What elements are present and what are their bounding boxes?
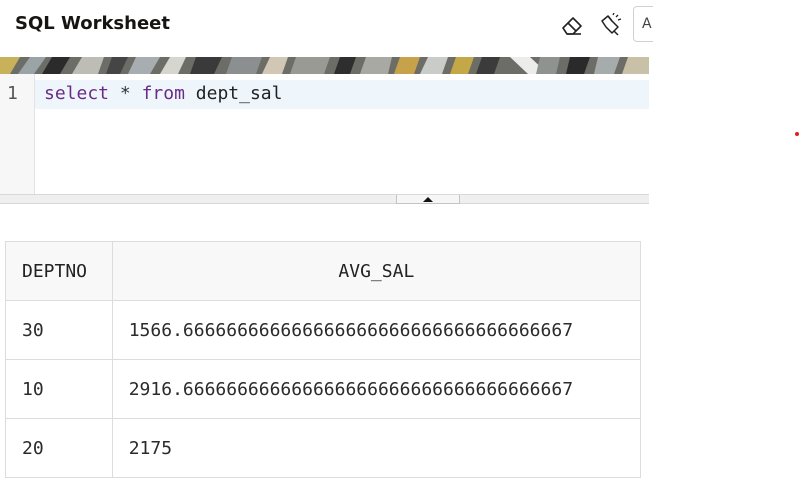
page-title: SQL Worksheet xyxy=(15,13,170,34)
results-table: DEPTNO AVG_SAL 30 1566.66666666666666666… xyxy=(5,241,642,478)
page: SQL Worksheet A 1 select * from dept_sal… xyxy=(0,0,800,485)
clear-button[interactable] xyxy=(559,12,585,38)
decorative-banner xyxy=(0,57,649,74)
eraser-icon xyxy=(562,17,582,35)
line-number: 1 xyxy=(7,83,18,104)
table-row: 10 2916.66666666666666666666666666666666… xyxy=(5,359,642,419)
editor-results-splitter[interactable] xyxy=(0,194,649,204)
code-line[interactable]: select * from dept_sal xyxy=(44,83,282,104)
cell-deptno: 20 xyxy=(5,418,113,478)
table-identifier: dept_sal xyxy=(195,83,283,104)
run-statement-button[interactable] xyxy=(597,12,623,38)
sql-editor[interactable]: 1 select * from dept_sal xyxy=(0,74,649,194)
column-header-avg-sal[interactable]: AVG_SAL xyxy=(111,241,642,301)
banner-pattern xyxy=(0,57,649,74)
flashlight-icon xyxy=(601,13,622,36)
column-header-deptno[interactable]: DEPTNO xyxy=(5,241,113,301)
table-row: 20 2175 xyxy=(5,418,642,478)
operator-star: * xyxy=(119,83,131,104)
line-number-gutter: 1 xyxy=(0,74,35,194)
cell-avg-sal: 2916.66666666666666666666666666666666666… xyxy=(111,359,642,419)
cell-deptno: 30 xyxy=(5,300,113,360)
status-indicator-dot xyxy=(795,132,799,136)
toolbar-dropdown-button[interactable]: A xyxy=(633,6,653,42)
splitter-collapse-handle[interactable] xyxy=(396,195,460,204)
header-row: DEPTNO AVG_SAL xyxy=(5,241,642,301)
cell-deptno: 10 xyxy=(5,359,113,419)
table-row: 30 1566.66666666666666666666666666666666… xyxy=(5,300,642,360)
worksheet-header: SQL Worksheet A xyxy=(0,0,653,57)
keyword-select: select xyxy=(44,83,110,104)
cell-avg-sal: 2175 xyxy=(111,418,642,478)
toolbar-dropdown-label: A xyxy=(642,16,652,32)
cell-avg-sal: 1566.66666666666666666666666666666666666… xyxy=(111,300,642,360)
collapse-arrow-icon xyxy=(423,196,433,202)
keyword-from: from xyxy=(141,83,185,104)
